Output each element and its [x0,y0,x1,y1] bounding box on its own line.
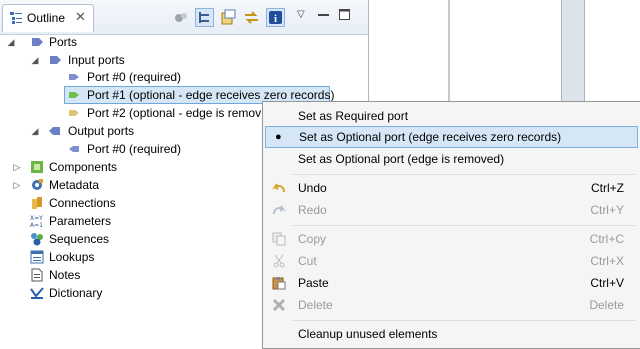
shortcut-label: Delete [589,298,624,312]
minimize-icon[interactable] [318,14,330,17]
expanded-arrow-icon[interactable]: ◢ [6,33,16,51]
info-button[interactable]: i [266,8,285,27]
expanded-arrow-icon[interactable]: ◢ [30,122,40,140]
filter-icon[interactable] [172,8,191,27]
menu-item-label: Set as Optional port (edge is removed) [298,152,505,166]
tree-node-label: Notes [49,268,81,282]
tree-node-label: Input ports [68,53,125,67]
delete-icon [272,298,286,312]
menu-separator [293,174,636,175]
optional-port-removed-icon [69,110,79,116]
shortcut-label: Ctrl+C [589,232,624,246]
port-group-icon [32,38,43,46]
menu-item-label: Undo [298,181,327,195]
tree-node-label: Connections [49,196,116,210]
tree-node-label: Port #0 (required) [87,142,182,156]
undo-icon [272,183,285,193]
sync-icon[interactable] [242,8,261,27]
outline-tab-label: Outline [27,11,66,25]
tree-node-label: Sequences [49,232,110,246]
cut-icon [273,254,285,268]
parameters-icon: X=YA=1 [30,215,43,228]
view-menu-icon[interactable]: ▽ [297,9,305,20]
shortcut-label: Ctrl+Y [590,203,624,217]
tree-node-label: Ports [49,35,78,49]
menu-separator [293,320,636,321]
close-icon[interactable]: ✕ [75,9,86,25]
redo-icon [273,205,286,215]
menu-item-set-optional-removed[interactable]: Set as Optional port (edge is removed) [265,148,638,170]
tree-view-toggle-button[interactable] [195,8,214,27]
tree-node-label: Lookups [49,250,95,264]
sequences-icon [31,233,43,246]
svg-text:i: i [274,13,277,25]
tree-node-label: Metadata [49,178,100,192]
shortcut-label: Ctrl+Z [591,181,624,195]
menu-separator [293,225,636,226]
menu-item-cut[interactable]: Cut Ctrl+X [265,250,638,272]
collapsed-arrow-icon[interactable]: ▷ [12,158,22,176]
view-toolbar: Outline ✕ i ▽ [0,0,368,35]
editor-scrollbar[interactable] [561,0,585,102]
paste-icon [272,277,286,290]
radio-selected-icon: ● [275,131,282,143]
metadata-icon [32,179,43,190]
connections-icon [32,197,42,209]
svg-text:X=Y: X=Y [30,215,43,222]
menu-item-label: Delete [298,298,333,312]
tree-icon [199,12,209,23]
required-port-icon [69,74,79,80]
menu-item-paste[interactable]: Paste Ctrl+V [265,272,638,294]
menu-item-cleanup[interactable]: Cleanup unused elements [265,323,638,345]
menu-item-label: Paste [298,276,329,290]
menu-item-label: Set as Required port [298,109,409,123]
menu-item-copy[interactable]: Copy Ctrl+C [265,228,638,250]
components-icon [31,161,43,173]
output-ports-icon [49,127,60,135]
menu-item-label: Cleanup unused elements [298,327,438,341]
input-ports-icon [50,56,61,64]
collapsed-arrow-icon[interactable]: ▷ [12,176,22,194]
maximize-icon[interactable] [339,9,351,21]
tree-node-ports[interactable]: ◢ Ports [0,33,368,51]
outline-tab[interactable]: Outline ✕ [2,4,94,32]
menu-item-set-optional-zero[interactable]: ● Set as Optional port (edge receives ze… [265,126,638,148]
output-port-icon [69,146,79,152]
lookups-icon [30,250,44,264]
optional-port-icon [69,92,79,98]
menu-item-delete[interactable]: Delete Delete [265,294,638,316]
tree-node-label: Port #2 (optional - edge is remov [87,106,262,120]
tree-node-label: Output ports [68,124,135,138]
copy-icon [272,232,286,246]
tree-node-in-port-0[interactable]: Port #0 (required) [0,68,368,86]
expanded-arrow-icon[interactable]: ◢ [30,51,40,69]
svg-text:A=1: A=1 [30,222,43,228]
dictionary-icon [30,287,44,299]
menu-item-label: Redo [298,203,327,217]
menu-item-label: Cut [298,254,317,268]
menu-item-label: Copy [298,232,327,246]
menu-item-set-required[interactable]: Set as Required port [265,105,638,127]
shortcut-label: Ctrl+V [590,276,624,290]
editor-divider [448,0,450,102]
shortcut-label: Ctrl+X [590,254,624,268]
tree-node-label: Components [49,160,118,174]
context-menu: Set as Required port ● Set as Optional p… [262,101,640,349]
notes-icon [31,268,43,282]
menu-item-undo[interactable]: Undo Ctrl+Z [265,177,638,199]
info-icon: i [269,11,282,25]
tree-node-label: Port #0 (required) [87,70,182,84]
link-editor-icon[interactable] [219,8,238,27]
tree-node-input-ports[interactable]: ◢ Input ports [0,51,368,69]
tree-node-label: Parameters [49,214,112,228]
outline-icon [10,12,22,24]
menu-item-redo[interactable]: Redo Ctrl+Y [265,199,638,221]
tree-node-label: Dictionary [49,286,103,300]
menu-item-label: Set as Optional port (edge receives zero… [299,130,562,144]
